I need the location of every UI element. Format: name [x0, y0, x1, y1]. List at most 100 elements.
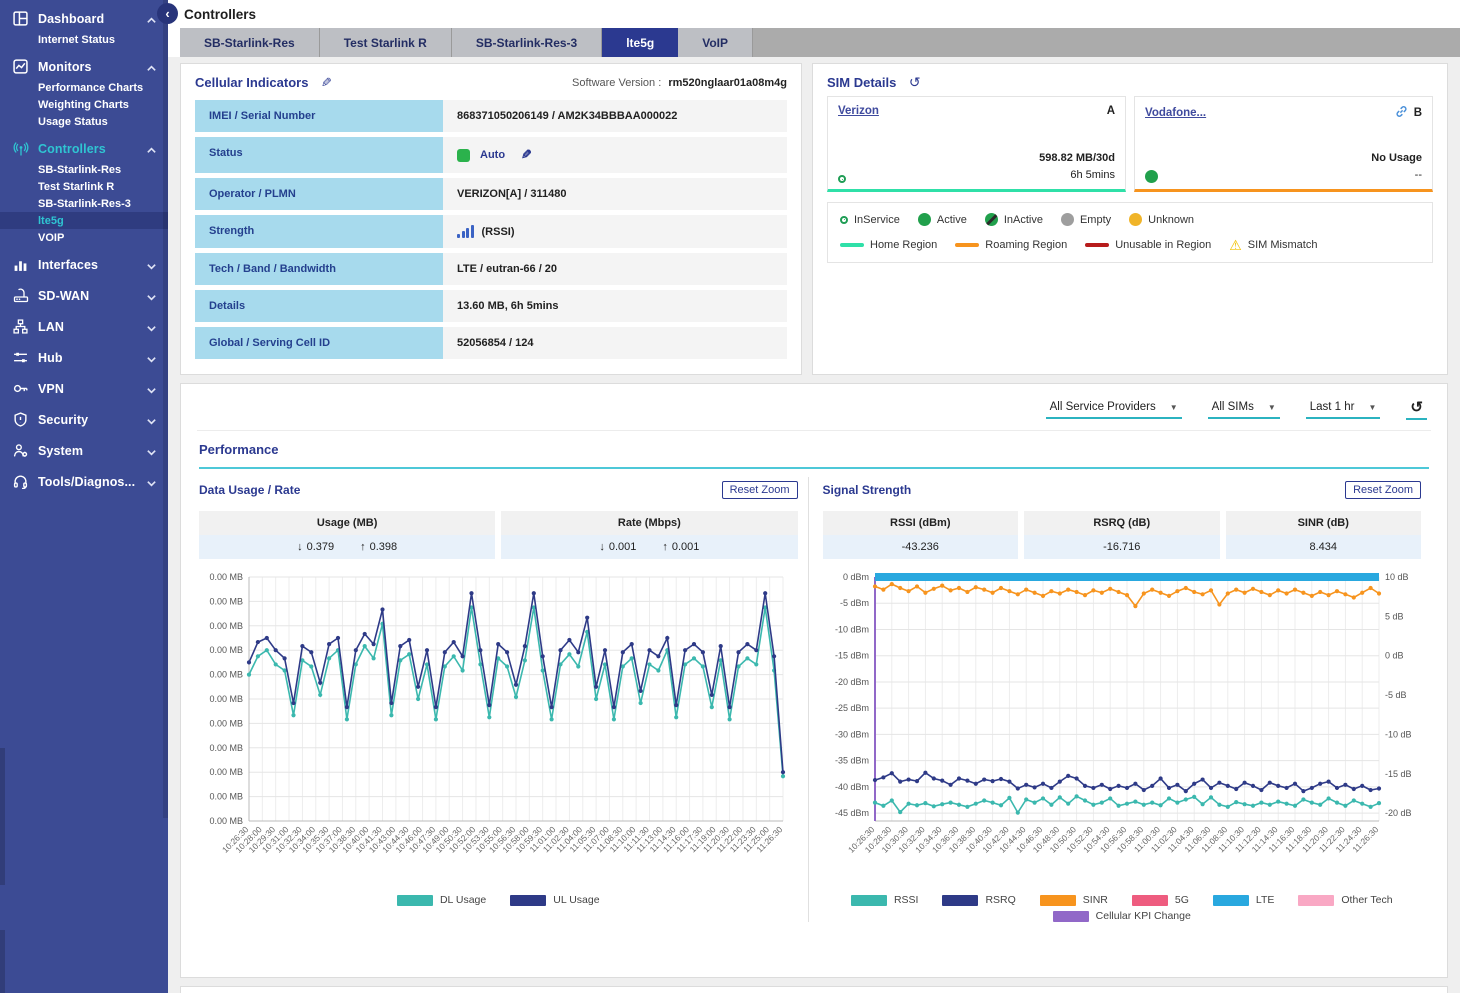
usage-stat-group: Usage (MB) ↓0.379 ↑0.398: [199, 511, 495, 559]
sidebar-item-internet-status[interactable]: Internet Status: [0, 31, 168, 48]
legend-item-5G[interactable]: 5G: [1132, 894, 1189, 906]
sidebar-item-voip[interactable]: VOIP: [0, 229, 168, 246]
sidebar-item-lan[interactable]: LAN: [0, 314, 168, 339]
legend-item-DL Usage[interactable]: DL Usage: [397, 894, 486, 906]
signal-bars-icon: [457, 225, 474, 238]
inservice-legend-icon: [840, 216, 848, 224]
sidebar-item-tools-diagnostics[interactable]: Tools/Diagnos...: [0, 469, 168, 494]
sim-b-provider-link[interactable]: Vodafone...: [1145, 107, 1206, 119]
chevron-down-icon[interactable]: [146, 383, 158, 395]
rsrq-stat-group: RSRQ (dB) -16.716: [1024, 511, 1220, 559]
unknown-legend-icon: [1129, 213, 1142, 226]
sidebar-item-monitors[interactable]: Monitors: [0, 54, 168, 79]
sim-b-duration: --: [1371, 167, 1422, 184]
sidebar-item-weighting-charts[interactable]: Weighting Charts: [0, 96, 168, 113]
legend-label: RSRQ: [985, 894, 1015, 906]
cellular-indicators-title: Cellular Indicators: [195, 75, 308, 90]
sidebar-item-security[interactable]: Security: [0, 407, 168, 432]
y-tick-label: -5 dBm: [839, 598, 868, 608]
y-tick-label: 0.00 MB: [209, 792, 243, 802]
sidebar-item-dashboard[interactable]: Dashboard: [0, 6, 168, 31]
sim-slot-b-label: B: [1414, 107, 1422, 119]
sidebar-item-controllers[interactable]: Controllers: [0, 136, 168, 161]
signal-strength-chart[interactable]: 10:26:3010:28:3010:30:3010:32:3010:34:30…: [823, 569, 1423, 885]
sidebar-edge-scroll-strip[interactable]: [0, 930, 5, 993]
time-range-select[interactable]: Last 1 hr▼: [1306, 399, 1381, 419]
data-usage-legend: DL Usage UL Usage: [199, 894, 798, 906]
sim-card-a: Verizon A 598.82 MB/30d 6h 5mins: [827, 96, 1126, 192]
sim-a-provider-link[interactable]: Verizon: [838, 105, 879, 117]
software-version: Software Version : rm520nglaar01a08m4g: [572, 77, 787, 89]
service-provider-select[interactable]: All Service Providers▼: [1046, 399, 1182, 419]
topbar: ‹ Controllers: [168, 0, 1460, 28]
edit-pencil-icon[interactable]: ✎: [521, 147, 532, 163]
legend-item-Cellular KPI Change[interactable]: Cellular KPI Change: [1053, 910, 1191, 922]
refresh-charts-icon[interactable]: ↺: [1406, 398, 1427, 420]
chevron-down-icon[interactable]: [146, 445, 158, 457]
chevron-down-icon[interactable]: [146, 414, 158, 426]
chevron-up-icon[interactable]: [146, 61, 158, 73]
tab-sb-starlink-res[interactable]: SB-Starlink-Res: [180, 28, 320, 57]
chevron-down-icon[interactable]: [146, 259, 158, 271]
sidebar-item-sb-starlink-res-3[interactable]: SB-Starlink-Res-3: [0, 195, 168, 212]
caret-down-icon: ▼: [1369, 403, 1377, 412]
download-arrow-icon: ↓: [599, 541, 605, 553]
sidebar-item-performance-charts[interactable]: Performance Charts: [0, 79, 168, 96]
sidebar-item-lte5g[interactable]: lte5g: [0, 212, 168, 229]
sim-details-title: SIM Details: [827, 75, 896, 90]
reset-zoom-button[interactable]: Reset Zoom: [1345, 481, 1421, 499]
y2-tick-label: -5 dB: [1385, 690, 1407, 700]
legend-item-RSRQ[interactable]: RSRQ: [942, 894, 1015, 906]
y-tick-label: 0.00 MB: [209, 572, 243, 582]
sidebar-item-usage-status[interactable]: Usage Status: [0, 113, 168, 130]
legend-swatch: [1298, 895, 1334, 906]
y-tick-label: -40 dBm: [834, 782, 868, 792]
y-tick-label: 0.00 MB: [209, 621, 243, 631]
chevron-down-icon[interactable]: [146, 476, 158, 488]
tab-sb-starlink-res-3[interactable]: SB-Starlink-Res-3: [452, 28, 602, 57]
tab-test-starlink-r[interactable]: Test Starlink R: [320, 28, 452, 57]
chevron-up-icon[interactable]: [146, 143, 158, 155]
table-row: Strength (RSSI): [195, 215, 787, 248]
tab-voip[interactable]: VoIP: [678, 28, 753, 57]
chevron-down-icon[interactable]: [146, 352, 158, 364]
y-tick-label: 0.00 MB: [209, 670, 243, 680]
table-row: Details 13.60 MB, 6h 5mins: [195, 290, 787, 322]
legend-item-RSSI[interactable]: RSSI: [851, 894, 919, 906]
legend-swatch: [942, 895, 978, 906]
status-green-indicator: [457, 149, 470, 162]
sim-details-panel: SIM Details ↺ Verizon A: [812, 63, 1448, 375]
legend-item-Other Tech[interactable]: Other Tech: [1298, 894, 1392, 906]
sidebar-item-hub[interactable]: Hub: [0, 345, 168, 370]
page-title: Controllers: [184, 7, 256, 22]
edit-pencil-icon[interactable]: ✎: [321, 75, 332, 91]
sim-card-b: Vodafone... B No Usage --: [1134, 96, 1433, 192]
legend-item-SINR[interactable]: SINR: [1040, 894, 1108, 906]
sidebar-item-interfaces[interactable]: Interfaces: [0, 252, 168, 277]
chevron-down-icon[interactable]: [146, 290, 158, 302]
tab-lte5g[interactable]: lte5g: [602, 28, 678, 57]
data-usage-chart[interactable]: 10:26:3010:28:0010:29:3010:31:0010:32:30…: [199, 569, 795, 885]
refresh-icon[interactable]: ↺: [909, 74, 921, 91]
sidebar-item-system[interactable]: System: [0, 438, 168, 463]
sims-select[interactable]: All SIMs▼: [1208, 399, 1280, 419]
legend-item-LTE[interactable]: LTE: [1213, 894, 1274, 906]
collapse-sidebar-button[interactable]: ‹: [157, 3, 178, 24]
sidebar-edge-scroll-strip[interactable]: [0, 748, 5, 885]
table-row: Tech / Band / Bandwidth LTE / eutran-66 …: [195, 253, 787, 285]
reset-zoom-button[interactable]: Reset Zoom: [722, 481, 798, 499]
legend-swatch: [397, 895, 433, 906]
sidebar-scrollbar[interactable]: [163, 0, 168, 818]
sidebar-item-vpn[interactable]: VPN: [0, 376, 168, 401]
y-tick-label: -15 dBm: [834, 651, 868, 661]
sidebar-item-test-starlink-r[interactable]: Test Starlink R: [0, 178, 168, 195]
legend-item-UL Usage[interactable]: UL Usage: [510, 894, 599, 906]
sidebar-item-sb-starlink-res[interactable]: SB-Starlink-Res: [0, 161, 168, 178]
data-usage-title: Data Usage / Rate: [199, 483, 300, 497]
chevron-down-icon[interactable]: [146, 321, 158, 333]
legend-swatch: [1213, 895, 1249, 906]
sidebar-item-sd-wan[interactable]: SD-WAN: [0, 283, 168, 308]
data-usage-chart-column: Data Usage / Rate Reset Zoom Usage (MB) …: [197, 477, 808, 922]
vpn-key-icon: [12, 380, 29, 397]
roaming-region-swatch: [955, 243, 979, 247]
